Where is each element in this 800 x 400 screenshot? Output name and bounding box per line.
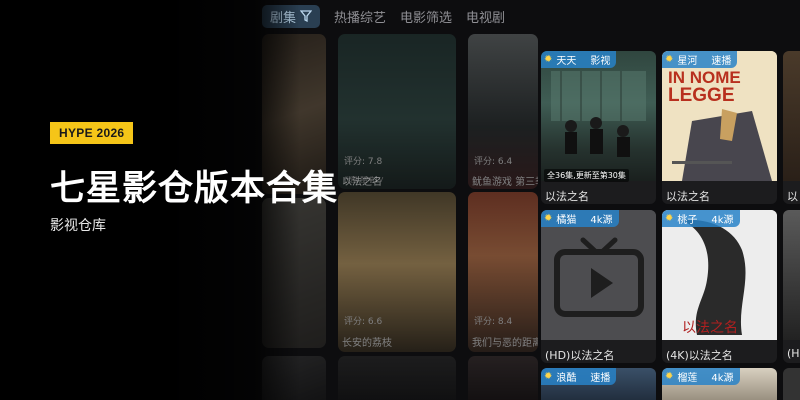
source-name: 浪酷 xyxy=(556,373,577,384)
source-name: 天天 xyxy=(556,56,577,67)
result-card[interactable]: IN NOME LEGGE ✹ 星河 速播 以法之名 xyxy=(662,51,777,204)
poster-title: 以法之名 xyxy=(342,177,382,188)
card-title: 以法之名 xyxy=(666,190,710,203)
card-title: (HD)以法之名 xyxy=(545,349,615,362)
source-name: 榴莲 xyxy=(677,373,698,384)
result-card[interactable] xyxy=(783,368,800,400)
poster-title: 长安的荔枝 xyxy=(342,338,392,349)
page-headline: 七星影仓版本合集 xyxy=(50,169,339,209)
poster-card[interactable]: 评分: 7.8 优酷 酷喵TV xyxy=(338,34,456,189)
result-card[interactable]: (H xyxy=(783,210,800,363)
poster-image xyxy=(541,51,656,181)
svg-text:LEGGE: LEGGE xyxy=(668,85,735,106)
poster-image xyxy=(783,368,800,400)
sun-icon: ✹ xyxy=(665,213,674,224)
source-badge: ✹ 橘猫 4k源 xyxy=(541,210,619,227)
quality-label: 影视 xyxy=(590,56,611,67)
poster-card[interactable] xyxy=(338,356,456,400)
sun-icon: ✹ xyxy=(665,54,674,65)
source-name: 星河 xyxy=(677,56,698,67)
source-badge: ✹ 榴莲 4k源 xyxy=(662,368,740,385)
poster-image xyxy=(783,51,800,181)
poster-image: IN NOME LEGGE xyxy=(662,51,777,181)
result-card[interactable]: ✹ 橘猫 4k源 (HD)以法之名 xyxy=(541,210,656,363)
source-badge: ✹ 天天 影视 xyxy=(541,51,617,68)
tab-tv[interactable]: 电视剧 xyxy=(466,7,505,26)
hype-badge: HYPE 2026 xyxy=(50,122,134,144)
quality-label: 速播 xyxy=(590,373,611,384)
result-card[interactable]: 以 xyxy=(783,51,800,204)
poster-card[interactable]: 评分: 8.4 我们与恶的距离 xyxy=(468,192,538,352)
poster-card[interactable]: 评分: 6.4 鱿鱼游戏 第三季 xyxy=(468,34,538,189)
quality-label: 速播 xyxy=(711,56,732,67)
poster-title: 鱿鱼游戏 第三季 xyxy=(472,177,538,188)
quality-label: 4k源 xyxy=(711,373,734,384)
filter-icon[interactable] xyxy=(300,10,313,22)
poster-title: 我们与恶的距离 xyxy=(472,338,538,349)
poster-art: IN NOME LEGGE xyxy=(662,51,777,181)
episode-badge: 全36集,更新至第30集 xyxy=(544,169,629,182)
tv-placeholder-icon xyxy=(541,210,656,340)
sun-icon: ✹ xyxy=(544,213,553,224)
quality-label: 4k源 xyxy=(590,215,613,226)
page-subtitle: 影视仓库 xyxy=(50,218,106,234)
result-card[interactable]: 以法之名 ✹ 桃子 4k源 (4K)以法之名 xyxy=(662,210,777,363)
result-card[interactable]: ✹ 天天 影视 全36集,更新至第30集 以法之名 xyxy=(541,51,656,204)
source-name: 桃子 xyxy=(677,215,698,226)
score-label: 评分: 6.4 xyxy=(474,157,513,167)
quality-label: 4k源 xyxy=(711,215,734,226)
source-badge: ✹ 桃子 4k源 xyxy=(662,210,740,227)
card-title: 以法之名 xyxy=(545,190,589,203)
score-label: 评分: 8.4 xyxy=(474,317,513,327)
card-title: (4K)以法之名 xyxy=(666,349,733,362)
source-badge: ✹ 星河 速播 xyxy=(662,51,738,68)
poster-art xyxy=(551,71,646,157)
poster-art: 以法之名 xyxy=(662,210,777,340)
sun-icon: ✹ xyxy=(544,54,553,65)
score-label: 评分: 6.6 xyxy=(344,317,383,327)
sun-icon: ✹ xyxy=(544,371,553,382)
score-label: 评分: 7.8 xyxy=(344,157,383,167)
svg-text:以法之名: 以法之名 xyxy=(682,320,738,336)
card-title: 以 xyxy=(787,190,798,203)
tab-variety[interactable]: 热播综艺 xyxy=(334,7,386,26)
poster-card[interactable] xyxy=(468,356,538,400)
result-card[interactable]: ✹ 浪酷 速播 xyxy=(541,368,656,400)
poster-card[interactable]: 评分: 6.6 长安的荔枝 xyxy=(338,192,456,352)
poster-image xyxy=(541,210,656,340)
sun-icon: ✹ xyxy=(665,371,674,382)
tab-movie-filter[interactable]: 电影筛选 xyxy=(400,7,452,26)
source-name: 橘猫 xyxy=(556,215,577,226)
poster-image xyxy=(783,210,800,340)
poster-image: 以法之名 xyxy=(662,210,777,340)
source-badge: ✹ 浪酷 速播 xyxy=(541,368,617,385)
card-title: (H xyxy=(787,347,800,360)
result-card[interactable]: ✹ 榴莲 4k源 xyxy=(662,368,777,400)
